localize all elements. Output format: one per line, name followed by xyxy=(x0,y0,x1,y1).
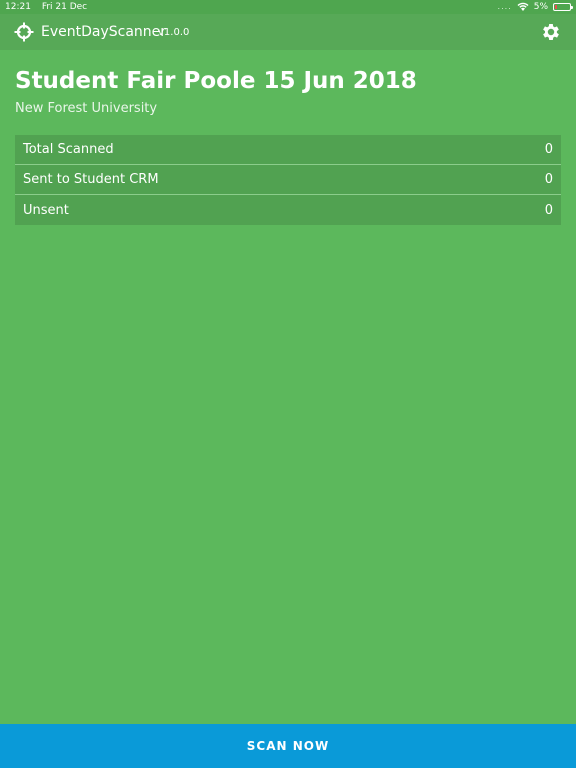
stats-list: Total Scanned 0 Sent to Student CRM 0 Un… xyxy=(15,135,561,225)
main-content: Student Fair Poole 15 Jun 2018 New Fores… xyxy=(15,50,561,225)
stat-value: 0 xyxy=(544,172,553,187)
app-header: EventDayScanner v1.0.0 xyxy=(0,14,576,50)
stat-label: Unsent xyxy=(23,202,69,218)
status-date: Fri 21 Dec xyxy=(41,2,88,12)
stat-row-total-scanned: Total Scanned 0 xyxy=(15,135,561,165)
status-left: 12:21 Fri 21 Dec xyxy=(5,0,95,14)
status-bar: 12:21 Fri 21 Dec .... 5% xyxy=(0,0,576,14)
crosshair-icon xyxy=(14,22,34,42)
app-screen: 12:21 Fri 21 Dec .... 5% EventDayScanner… xyxy=(0,0,576,768)
status-right: .... 5% xyxy=(497,0,573,14)
app-version: v1.0.0 xyxy=(158,27,190,38)
wifi-icon xyxy=(517,2,529,11)
stat-label: Total Scanned xyxy=(23,142,114,157)
event-organization: New Forest University xyxy=(15,101,158,116)
stat-row-sent-to-crm: Sent to Student CRM 0 xyxy=(15,165,561,195)
battery-icon xyxy=(553,3,573,11)
app-title: EventDayScanner xyxy=(41,24,167,40)
gear-icon[interactable] xyxy=(540,21,562,43)
stat-row-unsent: Unsent 0 xyxy=(15,195,561,225)
stat-label: Sent to Student CRM xyxy=(23,172,159,187)
stat-value: 0 xyxy=(544,142,553,157)
battery-percent: 5% xyxy=(533,2,548,12)
status-time: 12:21 xyxy=(5,2,31,12)
stat-value: 0 xyxy=(544,202,553,218)
event-title: Student Fair Poole 15 Jun 2018 xyxy=(15,68,417,94)
scan-now-button[interactable]: SCAN NOW xyxy=(0,724,576,768)
signal-dots: .... xyxy=(497,2,512,11)
battery-fill xyxy=(555,5,557,9)
